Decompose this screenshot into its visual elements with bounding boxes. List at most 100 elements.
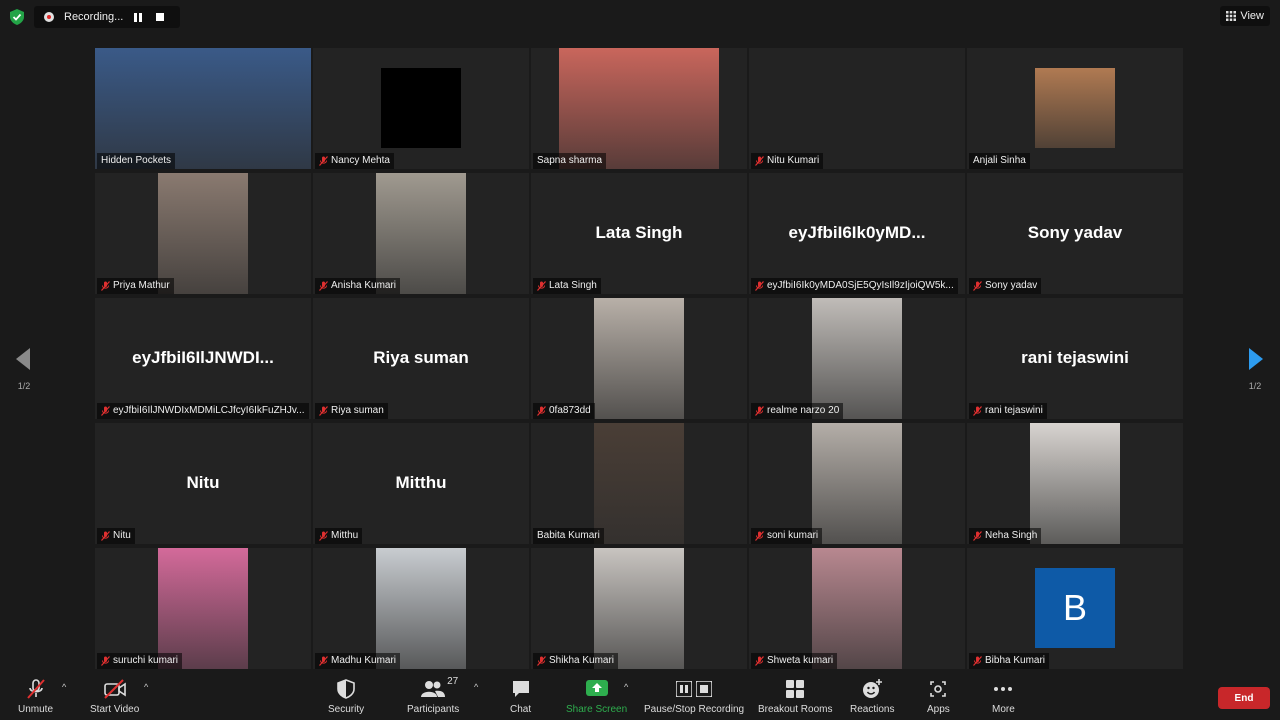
participant-video [559,48,719,169]
participant-name-label: Nitu [97,528,135,544]
participant-tile[interactable]: Hidden Pockets [95,48,311,169]
participant-name-label: Shweta kumari [751,653,838,669]
participant-tile[interactable]: Neha Singh [967,423,1183,544]
participant-tile[interactable]: Anisha Kumari [313,173,529,294]
participant-name: rani tejaswini [985,405,1043,416]
participant-tile[interactable]: soni kumari [749,423,965,544]
reactions-button[interactable]: Reactions [850,678,894,715]
participants-button[interactable]: 27 Participants [407,676,459,715]
audio-options-chevron-icon[interactable]: ^ [62,682,66,692]
participant-video [594,423,684,544]
participant-tile[interactable]: 0fa873dd [531,298,747,419]
participant-name-label: Lata Singh [533,278,601,294]
participant-name: Mitthu [331,530,359,541]
participant-name-label: Sony yadav [969,278,1042,294]
previous-page-button[interactable]: 1/2 [11,348,37,391]
end-meeting-button[interactable]: End [1218,687,1270,709]
more-label: More [992,704,1015,715]
muted-microphone-icon [101,406,110,416]
more-button[interactable]: More [992,678,1015,715]
muted-microphone-icon [755,656,764,666]
start-video-label: Start Video [90,704,140,715]
muted-microphone-icon [537,281,546,291]
shield-check-icon[interactable] [10,9,24,25]
participant-video [594,548,684,669]
participant-video [158,173,248,294]
share-screen-icon [585,680,608,696]
muted-microphone-icon [319,406,328,416]
pause-recording-button[interactable] [130,9,146,25]
participant-tile[interactable]: Mitthu Mitthu [313,423,529,544]
participant-name-label: rani tejaswini [969,403,1047,419]
next-page-button[interactable]: 1/2 [1242,348,1268,391]
participants-options-chevron-icon[interactable]: ^ [474,682,478,692]
breakout-rooms-button[interactable]: Breakout Rooms [758,678,832,715]
participant-tile[interactable]: Nitu Kumari [749,48,965,169]
participant-name: Madhu Kumari [331,655,397,666]
video-options-chevron-icon[interactable]: ^ [144,682,148,692]
participant-name-label: eyJfbiI6IlJNWDIxMDMiLCJfcyI6IkFuZHJv... [97,403,309,419]
avatar: B [1035,568,1115,648]
security-button[interactable]: Security [328,678,364,715]
chat-label: Chat [510,704,532,715]
participant-display-name: Mitthu [395,473,447,492]
pause-stop-recording-button[interactable]: Pause/Stop Recording [644,678,744,715]
unmute-button[interactable]: Unmute [18,678,53,715]
recording-indicator: Recording... [34,6,180,28]
participant-name-label: soni kumari [751,528,823,544]
participant-tile[interactable]: Anjali Sinha [967,48,1183,169]
participant-tile[interactable]: Priya Mathur [95,173,311,294]
participant-name: Nancy Mehta [331,155,390,166]
participant-display-name: rani tejaswini [1021,348,1129,367]
apps-icon [930,681,947,697]
profile-photo [1035,68,1115,148]
muted-microphone-icon [755,531,764,541]
apps-button[interactable]: Apps [927,678,950,715]
apps-label: Apps [927,704,950,715]
participant-tile[interactable]: Nancy Mehta [313,48,529,169]
participant-tile[interactable]: Babita Kumari [531,423,747,544]
participant-tile[interactable]: B Bibha Kumari [967,548,1183,669]
start-video-button[interactable]: Start Video [90,678,139,715]
participant-tile[interactable]: realme narzo 20 [749,298,965,419]
participant-name-label: Riya suman [315,403,388,419]
participant-tile[interactable]: rani tejaswini rani tejaswini [967,298,1183,419]
participant-tile[interactable]: Lata Singh Lata Singh [531,173,747,294]
participant-display-name: Nitu [186,473,220,492]
reactions-smiley-icon [863,679,883,698]
chat-button[interactable]: Chat [510,678,531,715]
participant-tile[interactable]: suruchi kumari [95,548,311,669]
participant-tile[interactable]: Shikha Kumari [531,548,747,669]
participant-tile[interactable]: Sapna sharma [531,48,747,169]
share-screen-button[interactable]: Share Screen [566,678,627,715]
participant-tile[interactable]: Sony yadav Sony yadav [967,173,1183,294]
participant-tile[interactable]: Shweta kumari [749,548,965,669]
share-options-chevron-icon[interactable]: ^ [624,682,628,692]
page-indicator-left: 1/2 [17,381,31,391]
view-button[interactable]: View [1220,6,1270,26]
participant-name-label: Babita Kumari [533,528,604,544]
participant-name-label: Mitthu [315,528,363,544]
participant-name-label: Madhu Kumari [315,653,401,669]
participant-tile[interactable]: Nitu Nitu [95,423,311,544]
muted-microphone-icon [101,281,110,291]
participant-name-label: Bibha Kumari [969,653,1050,669]
muted-microphone-icon [319,531,328,541]
share-screen-label: Share Screen [566,704,628,715]
muted-microphone-icon [973,281,982,291]
stop-icon [156,13,164,21]
participant-tile[interactable]: eyJfbiI6IlJNWDI... eyJfbiI6IlJNWDIxMDMiLC… [95,298,311,419]
participant-tile[interactable]: Riya suman Riya suman [313,298,529,419]
participant-tile[interactable]: eyJfbiI6Ik0yMD... eyJfbiI6Ik0yMDA0SjE5QyI… [749,173,965,294]
muted-microphone-icon [755,406,764,416]
participant-video [158,548,248,669]
participant-name: eyJfbiI6Ik0yMDA0SjE5QyIsIl9zIjoiQW5k... [767,280,954,291]
participant-tile[interactable]: Madhu Kumari [313,548,529,669]
stop-recording-button[interactable] [152,9,168,25]
participant-name-label: 0fa873dd [533,403,595,419]
more-dots-icon [994,687,1013,691]
participant-name-label: Anisha Kumari [315,278,401,294]
participant-name: Priya Mathur [113,280,170,291]
participant-name: realme narzo 20 [767,405,840,416]
meeting-toolbar: Unmute ^ Start Video ^ Security 27 Parti… [0,672,1280,720]
